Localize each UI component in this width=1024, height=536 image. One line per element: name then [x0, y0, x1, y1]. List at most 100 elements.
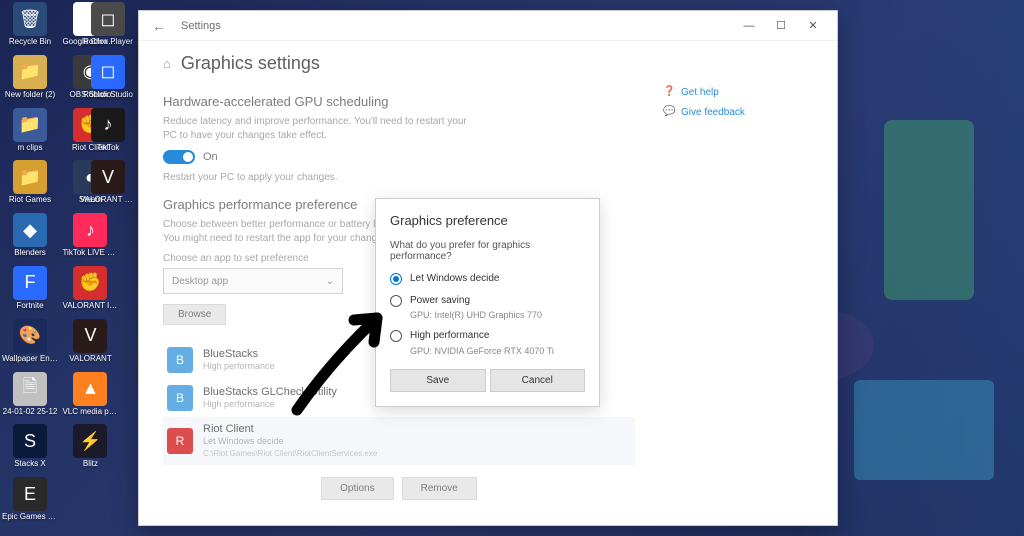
desktop-icon[interactable]: 📁 Riot Games — [2, 160, 58, 205]
desktop-icon[interactable]: ◻ Roblox Player — [80, 2, 136, 47]
app-icon: ▲ — [73, 372, 107, 406]
section-body: Reduce latency and improve performance. … — [163, 115, 483, 142]
desktop-icon[interactable]: ✊ VALORANT Influence... — [62, 266, 118, 311]
back-button[interactable]: ← — [147, 18, 171, 34]
radio-label: Power saving — [410, 294, 542, 308]
desktop-icon[interactable]: 🎨 Wallpaper Engine — [2, 319, 58, 364]
app-preference: High performance — [203, 361, 275, 372]
icon-label: Blitz — [62, 460, 118, 469]
app-icon: 📁 — [13, 55, 47, 89]
desktop-icon[interactable]: V VALORANT PBE — [80, 160, 136, 205]
app-icon: R — [167, 428, 193, 454]
graphics-preference-dialog: Graphics preference What do you prefer f… — [375, 198, 600, 407]
app-icon: 🎨 — [13, 319, 47, 353]
app-icon: ⚡ — [73, 424, 107, 458]
icon-label: 24-01-02 25-12 — [2, 408, 58, 417]
give-feedback-link[interactable]: 💬 Give feedback — [663, 106, 813, 118]
icon-label: Fortnite — [2, 302, 58, 311]
icon-label: Wallpaper Engine — [2, 355, 58, 364]
app-icon: 🗑 — [13, 2, 47, 36]
chevron-down-icon: ⌄ — [326, 276, 334, 287]
save-button[interactable]: Save — [390, 369, 486, 392]
app-icon: B — [167, 347, 193, 373]
app-preference: Let Windows decide — [203, 436, 377, 447]
radio-label: High performance — [410, 329, 554, 343]
radio-button[interactable] — [390, 295, 402, 307]
app-list-item[interactable]: R Riot Client Let Windows decide C:\Riot… — [163, 417, 635, 465]
app-icon: ♪ — [73, 213, 107, 247]
app-icon: ◆ — [13, 213, 47, 247]
radio-sublabel: GPU: NVIDIA GeForce RTX 4070 Ti — [410, 345, 554, 357]
app-icon: V — [91, 160, 125, 194]
radio-button[interactable] — [390, 330, 402, 342]
icon-label: Riot Games — [2, 196, 58, 205]
app-icon: ✊ — [73, 266, 107, 300]
desktop-icon[interactable]: ⚡ Blitz — [62, 424, 118, 469]
close-button[interactable]: ✕ — [797, 14, 829, 38]
desktop-icon[interactable]: E Epic Games Launcher — [2, 477, 58, 522]
app-icon: ◻ — [91, 2, 125, 36]
feedback-icon: 💬 — [663, 106, 675, 118]
select-value: Desktop app — [172, 276, 228, 287]
minimize-button[interactable]: — — [733, 14, 765, 38]
app-icon: 📁 — [13, 160, 47, 194]
app-path: C:\Riot Games\Riot Client\RiotClientServ… — [203, 449, 377, 459]
icon-label: Roblox Studio — [80, 91, 136, 100]
icon-label: Epic Games Launcher — [2, 513, 58, 522]
toggle-label: On — [203, 151, 218, 163]
app-preference: High performance — [203, 399, 337, 410]
titlebar: ← Settings — ☐ ✕ — [139, 11, 837, 41]
desktop-icon-grid: 🗑 Recycle Bin 📁 New folder (2) 📁 m clips 📁 … — [0, 0, 130, 530]
app-icon: V — [73, 319, 107, 353]
browse-button[interactable]: Browse — [163, 304, 226, 325]
desktop-icon[interactable]: 🗎 24-01-02 25-12 — [2, 372, 58, 417]
desktop-icon[interactable]: S Stacks X — [2, 424, 58, 469]
window-title: Settings — [181, 20, 221, 32]
get-help-link[interactable]: ❓ Get help — [663, 86, 813, 98]
icon-label: VALORANT Influence... — [62, 302, 118, 311]
home-icon[interactable]: ⌂ — [163, 56, 171, 71]
remove-button[interactable]: Remove — [402, 477, 477, 500]
page-title: Graphics settings — [181, 53, 320, 74]
desktop-icon[interactable]: ▲ VLC media player — [62, 372, 118, 417]
desktop-icon[interactable]: F Fortnite — [2, 266, 58, 311]
icon-label: Stacks X — [2, 460, 58, 469]
app-icon: 🗎 — [13, 372, 47, 406]
radio-sublabel: GPU: Intel(R) UHD Graphics 770 — [410, 309, 542, 321]
desktop-icon[interactable]: V VALORANT — [62, 319, 118, 364]
maximize-button[interactable]: ☐ — [765, 14, 797, 38]
icon-label: New folder (2) — [2, 91, 58, 100]
help-icon: ❓ — [663, 86, 675, 98]
app-icon: S — [13, 424, 47, 458]
dialog-question: What do you prefer for graphics performa… — [390, 240, 585, 262]
options-button[interactable]: Options — [321, 477, 393, 500]
icon-label: VLC media player — [62, 408, 118, 417]
wallpaper-decor — [884, 120, 974, 300]
radio-label: Let Windows decide — [410, 272, 500, 286]
radio-button[interactable] — [390, 273, 402, 285]
app-icon: F — [13, 266, 47, 300]
app-name: BlueStacks GLCheck Utility — [203, 386, 337, 399]
gpu-scheduling-toggle[interactable] — [163, 150, 195, 164]
cancel-button[interactable]: Cancel — [490, 369, 586, 392]
icon-label: Blenders — [2, 249, 58, 258]
app-name: Riot Client — [203, 423, 377, 436]
restart-note: Restart your PC to apply your changes. — [163, 172, 635, 183]
desktop-icon[interactable]: ♪ TikTok LIVE Studio — [62, 213, 118, 258]
wallpaper-decor — [854, 380, 994, 480]
desktop-icon[interactable]: 📁 m clips — [2, 108, 58, 153]
feedback-link-label: Give feedback — [681, 107, 745, 118]
help-link-label: Get help — [681, 87, 719, 98]
app-type-select[interactable]: Desktop app ⌄ — [163, 268, 343, 294]
desktop-icon[interactable]: 🗑 Recycle Bin — [2, 2, 58, 47]
desktop-icon[interactable]: ◻ Roblox Studio — [80, 55, 136, 100]
app-icon: E — [13, 477, 47, 511]
desktop-icon[interactable]: ♪ TikTok — [80, 108, 136, 153]
icon-label: Recycle Bin — [2, 38, 58, 47]
section-heading-gpu-scheduling: Hardware-accelerated GPU scheduling — [163, 94, 635, 109]
desktop-icon[interactable]: 📁 New folder (2) — [2, 55, 58, 100]
app-name: BlueStacks — [203, 348, 275, 361]
app-icon: 📁 — [13, 108, 47, 142]
app-icon: ◻ — [91, 55, 125, 89]
desktop-icon[interactable]: ◆ Blenders — [2, 213, 58, 258]
